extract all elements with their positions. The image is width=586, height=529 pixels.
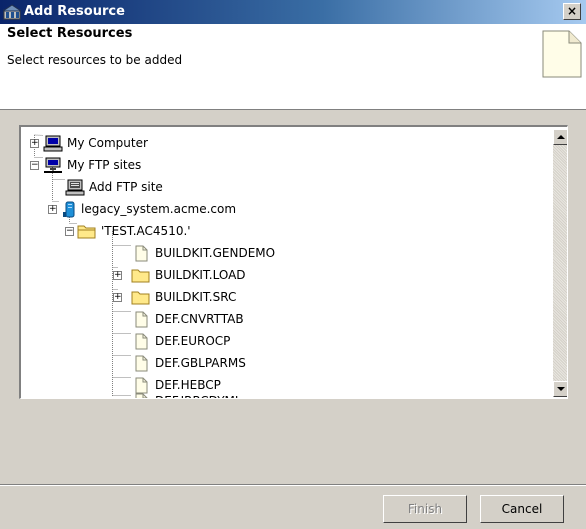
tree-item-label: DEF.CNVRTTAB <box>155 312 244 326</box>
cancel-button[interactable]: Cancel <box>480 495 564 523</box>
tree-item-label: BUILDKIT.SRC <box>155 290 237 304</box>
close-button[interactable]: × <box>563 3 581 20</box>
footer-separator <box>0 484 586 486</box>
file-icon <box>135 311 148 328</box>
tree-item-label: My Computer <box>67 136 148 150</box>
file-icon <box>135 333 148 350</box>
add-ftp-site-icon <box>65 179 85 196</box>
scroll-down-button[interactable] <box>553 381 567 397</box>
file-icon <box>135 245 148 262</box>
close-icon: × <box>566 4 578 18</box>
scroll-up-button[interactable] <box>553 129 567 145</box>
file-icon <box>135 355 148 372</box>
document-icon <box>542 30 582 78</box>
server-icon <box>63 201 75 218</box>
finish-button[interactable]: Finish <box>383 495 467 523</box>
page-description: Select resources to be added <box>7 53 183 67</box>
tree-expander-buildkit-src[interactable]: + <box>113 293 122 302</box>
tree-item-label: BUILDKIT.GENDEMO <box>155 246 276 260</box>
tree-item-label: My FTP sites <box>67 158 142 172</box>
tree-expander-ftp-sites[interactable]: − <box>30 161 39 170</box>
file-icon <box>135 393 148 398</box>
tree-item-label: DEF.IRRCDYML <box>153 391 242 398</box>
tree-item-label: legacy_system.acme.com <box>81 202 237 216</box>
network-computer-icon <box>44 157 62 173</box>
page-title: Select Resources <box>7 26 133 41</box>
folder-icon <box>131 291 150 305</box>
arrow-down-icon <box>557 387 565 391</box>
tree-expander-my-computer[interactable]: + <box>30 139 39 148</box>
computer-icon <box>43 135 63 152</box>
tree-item-label: Add FTP site <box>89 180 163 194</box>
arrow-up-icon <box>557 135 565 139</box>
file-icon <box>135 377 148 394</box>
add-resource-dialog: Add Resource × Select Resources Select r… <box>0 0 586 529</box>
folder-icon <box>131 269 150 283</box>
tree-item-label: BUILDKIT.LOAD <box>155 268 246 282</box>
tree-expander-test[interactable]: − <box>65 227 74 236</box>
tree-item-label: 'TEST.AC4510.' <box>101 224 191 238</box>
tree-expander-legacy[interactable]: + <box>48 205 57 214</box>
app-resource-icon <box>3 4 21 20</box>
tree-expander-buildkit-load[interactable]: + <box>113 271 122 280</box>
window-title: Add Resource <box>24 4 125 19</box>
tree-item-label: DEF.GBLPARMS <box>155 356 246 370</box>
title-bar[interactable]: Add Resource × <box>0 0 586 24</box>
folder-open-icon <box>77 225 96 239</box>
resource-tree[interactable]: + My Computer − My FTP sites Add FTP sit… <box>19 125 568 399</box>
tree-vertical-scrollbar[interactable] <box>553 129 567 397</box>
tree-item-label: DEF.EUROCP <box>155 334 231 348</box>
